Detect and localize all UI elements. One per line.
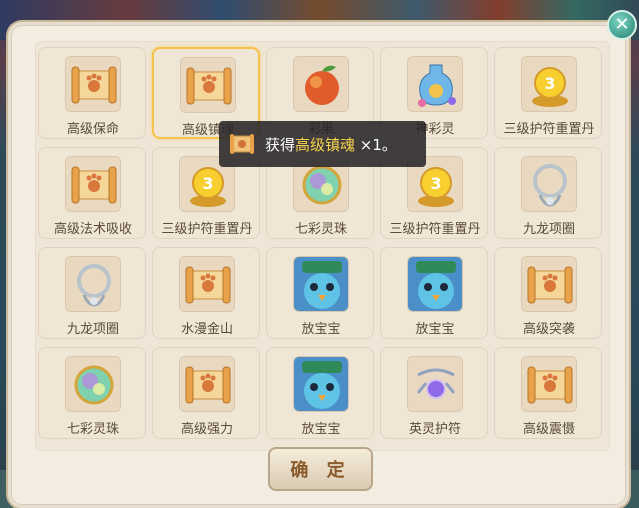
item-label: 高级保命 <box>66 122 119 137</box>
item-label: 高级震慑 <box>522 422 575 437</box>
item-label: 水漫金山 <box>180 322 233 337</box>
item-slot[interactable]: 九龙项圈 <box>494 147 602 239</box>
item-label: 高级法术吸收 <box>53 222 132 237</box>
necklace-icon <box>65 256 121 312</box>
item-label: 高级突袭 <box>522 322 575 337</box>
item-slot[interactable]: 英灵护符 <box>380 347 488 439</box>
scroll-icon <box>65 156 121 212</box>
item-slot[interactable]: 放宝宝 <box>380 247 488 339</box>
item-slot[interactable]: 水漫金山 <box>152 247 260 339</box>
fruit-icon <box>293 56 349 112</box>
item-label: 放宝宝 <box>301 322 341 337</box>
item-slot[interactable]: 七彩灵珠 <box>38 347 146 439</box>
svg-text:3: 3 <box>544 74 555 93</box>
bird-pet-icon <box>293 256 349 312</box>
item-slot[interactable]: 高级保命 <box>38 47 146 139</box>
svg-text:3: 3 <box>202 174 213 193</box>
item-slot[interactable]: 放宝宝 <box>266 247 374 339</box>
toast-suffix: ×1。 <box>355 135 397 154</box>
item-label: 九龙项圈 <box>522 222 575 237</box>
reward-toast: 获得高级镇魂 ×1。 <box>219 121 426 167</box>
item-label: 高级强力 <box>180 422 233 437</box>
potion-icon <box>407 56 463 112</box>
scroll-icon <box>521 356 577 412</box>
scroll-icon <box>521 256 577 312</box>
toast-item-name: 高级镇魂 <box>295 135 356 154</box>
item-slot[interactable]: 高级突袭 <box>494 247 602 339</box>
bird-pet-icon <box>293 356 349 412</box>
scroll-icon <box>230 134 254 154</box>
orb-gold-icon: 3 <box>521 56 577 112</box>
scroll-icon <box>180 57 236 113</box>
close-button[interactable]: ✕ <box>607 10 637 40</box>
item-slot[interactable]: 放宝宝 <box>266 347 374 439</box>
item-label: 放宝宝 <box>415 322 455 337</box>
item-slot[interactable]: 3 三级护符重置丹 <box>494 47 602 139</box>
item-slot[interactable]: 高级震慑 <box>494 347 602 439</box>
pearl-icon <box>65 356 121 412</box>
toast-prefix: 获得 <box>265 135 296 154</box>
confirm-button[interactable]: 确 定 <box>268 447 373 491</box>
item-label: 英灵护符 <box>408 422 461 437</box>
scroll-icon <box>65 56 121 112</box>
item-slot[interactable]: 高级强力 <box>152 347 260 439</box>
item-slot[interactable]: 九龙项圈 <box>38 247 146 339</box>
item-label: 三级护符重置丹 <box>389 222 481 237</box>
amulet-icon <box>407 356 463 412</box>
item-slot[interactable]: 高级法术吸收 <box>38 147 146 239</box>
item-label: 九龙项圈 <box>66 322 119 337</box>
bird-pet-icon <box>407 256 463 312</box>
item-label: 七彩灵珠 <box>294 222 347 237</box>
item-label: 三级护符重置丹 <box>161 222 253 237</box>
scroll-icon <box>179 256 235 312</box>
item-label: 放宝宝 <box>301 422 341 437</box>
svg-text:3: 3 <box>430 174 441 193</box>
close-icon: ✕ <box>614 14 630 35</box>
item-label: 七彩灵珠 <box>66 422 119 437</box>
item-label: 三级护符重置丹 <box>503 122 595 137</box>
necklace-icon <box>521 156 577 212</box>
scroll-icon <box>179 356 235 412</box>
